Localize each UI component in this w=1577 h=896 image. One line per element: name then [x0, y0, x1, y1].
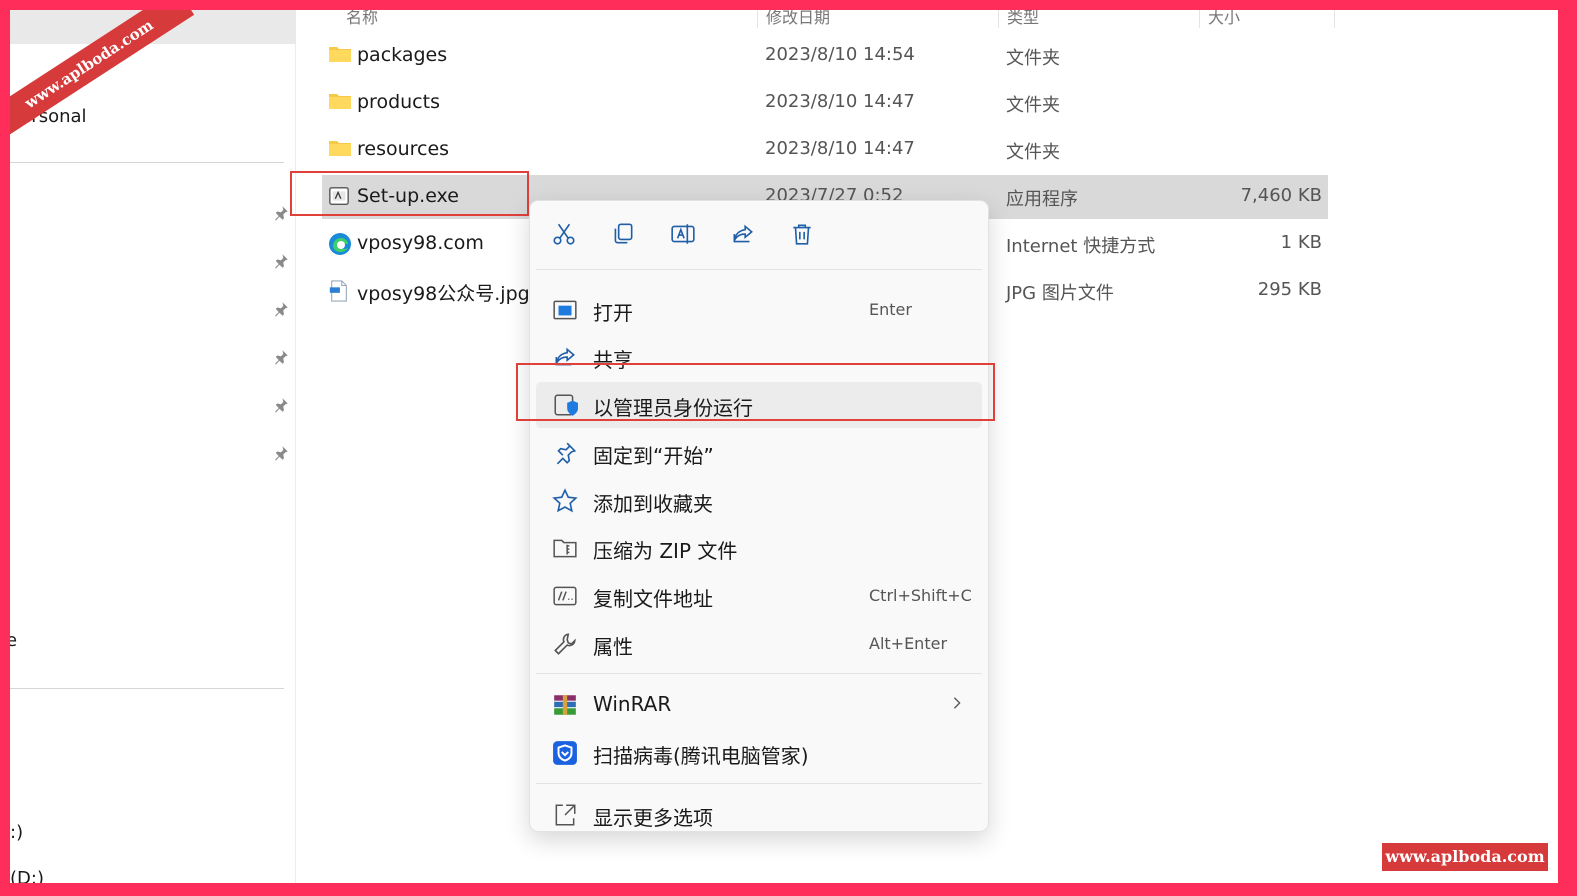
menu-item-compress-zip[interactable]: 压缩为 ZIP 文件 — [536, 525, 982, 571]
menu-item-label: WinRAR — [593, 692, 672, 716]
copy-icon[interactable] — [610, 221, 640, 251]
menu-separator — [536, 269, 982, 270]
file-type: Internet 快捷方式 — [1006, 236, 1156, 257]
pin-icon[interactable] — [272, 300, 292, 320]
pin-icon[interactable] — [272, 252, 292, 272]
menu-item-scan-virus[interactable]: 扫描病毒(腾讯电脑管家) — [536, 730, 982, 776]
pin-icon[interactable] — [272, 348, 292, 368]
pin-icon[interactable] — [272, 444, 292, 464]
menu-item-label: 压缩为 ZIP 文件 — [593, 539, 738, 563]
menu-separator — [536, 783, 982, 784]
column-separator[interactable] — [1334, 10, 1335, 28]
nav-item-drive-c[interactable]: :) — [10, 822, 23, 843]
nav-item-drive-d[interactable]: (D:) — [10, 868, 44, 883]
file-name: vposy98公众号.jpg — [357, 283, 530, 305]
file-size: 295 KB — [1257, 279, 1322, 300]
delete-icon[interactable] — [789, 221, 819, 251]
menu-separator — [536, 673, 982, 674]
file-type: JPG 图片文件 — [1006, 283, 1114, 304]
menu-item-shortcut: Enter — [869, 300, 912, 319]
navigation-pane: Personal e :) (D:) www.aplboda.com — [10, 10, 296, 883]
file-type: 文件夹 — [1006, 48, 1060, 69]
watermark-badge: www.aplboda.com — [1382, 843, 1548, 871]
menu-item-open[interactable]: 打开 Enter — [536, 287, 982, 333]
file-name: resources — [357, 138, 450, 160]
menu-item-label: 显示更多选项 — [593, 806, 713, 830]
context-menu: 打开 Enter 共享 以管理员身份运行 固定到“开始” 添加到收藏夹 压缩为 … — [529, 200, 989, 832]
jpg-icon — [328, 279, 352, 303]
column-header-size[interactable]: 大小 — [1208, 10, 1240, 28]
file-row[interactable]: resources 2023/8/10 14:47 文件夹 — [322, 128, 1328, 172]
file-date: 2023/8/10 14:47 — [765, 91, 915, 112]
file-row[interactable]: packages 2023/8/10 14:54 文件夹 — [322, 34, 1328, 78]
highlight-selected-file — [290, 171, 529, 216]
folder-icon — [328, 138, 352, 162]
file-name: vposy98.com — [357, 232, 484, 254]
more-options-icon — [552, 802, 578, 828]
folder-icon — [328, 44, 352, 68]
nav-divider — [10, 688, 284, 689]
wrench-icon — [552, 631, 578, 657]
file-date: 2023/8/10 14:54 — [765, 44, 915, 65]
chevron-right-icon — [950, 694, 966, 714]
column-separator[interactable] — [757, 10, 758, 28]
highlight-run-as-admin — [516, 363, 995, 421]
file-size: 7,460 KB — [1240, 185, 1322, 206]
pin-icon — [552, 440, 578, 466]
file-row[interactable]: products 2023/8/10 14:47 文件夹 — [322, 81, 1328, 125]
menu-item-label: 属性 — [593, 635, 633, 659]
context-menu-toolbar — [530, 201, 990, 269]
file-date: 2023/8/10 14:47 — [765, 138, 915, 159]
menu-item-label: 复制文件地址 — [593, 587, 713, 611]
share-icon[interactable] — [730, 221, 760, 251]
cut-icon[interactable] — [551, 221, 581, 251]
column-separator[interactable] — [998, 10, 999, 28]
file-type: 文件夹 — [1006, 95, 1060, 116]
rename-icon[interactable] — [670, 221, 700, 251]
zip-icon — [552, 535, 578, 561]
column-header-date[interactable]: 修改日期 — [766, 10, 830, 28]
menu-item-add-favorites[interactable]: 添加到收藏夹 — [536, 478, 982, 524]
file-name: products — [357, 91, 440, 113]
menu-item-label: 打开 — [593, 301, 633, 325]
winrar-icon — [552, 692, 578, 718]
menu-item-label: 添加到收藏夹 — [593, 492, 713, 516]
file-size: 1 KB — [1280, 232, 1322, 253]
column-separator[interactable] — [1199, 10, 1200, 28]
file-type: 应用程序 — [1006, 189, 1078, 210]
file-name: packages — [357, 44, 448, 66]
column-header-type[interactable]: 类型 — [1007, 10, 1039, 28]
pin-icon[interactable] — [272, 396, 292, 416]
menu-item-label: 固定到“开始” — [593, 444, 714, 468]
folder-icon — [328, 91, 352, 115]
menu-item-copy-path[interactable]: 复制文件地址 Ctrl+Shift+C — [536, 573, 982, 619]
open-icon — [552, 297, 578, 323]
menu-item-show-more-options[interactable]: 显示更多选项 — [536, 792, 982, 838]
nav-divider — [10, 162, 284, 163]
pin-icon[interactable] — [272, 204, 292, 224]
nav-item-partial[interactable]: e — [10, 630, 17, 651]
edge-icon — [328, 232, 352, 256]
menu-item-shortcut: Ctrl+Shift+C — [869, 586, 972, 605]
path-icon — [552, 583, 578, 609]
screenshot-frame: Personal e :) (D:) www.aplboda.com 名称 修改… — [10, 10, 1558, 883]
menu-item-pin-to-start[interactable]: 固定到“开始” — [536, 430, 982, 476]
menu-item-properties[interactable]: 属性 Alt+Enter — [536, 621, 982, 667]
menu-item-label: 扫描病毒(腾讯电脑管家) — [593, 744, 809, 768]
star-icon — [552, 488, 578, 514]
column-header-name[interactable]: 名称 — [346, 10, 378, 28]
menu-item-shortcut: Alt+Enter — [869, 634, 948, 653]
file-type: 文件夹 — [1006, 142, 1060, 163]
tencent-shield-icon — [552, 740, 578, 766]
menu-item-winrar[interactable]: WinRAR — [536, 682, 982, 728]
